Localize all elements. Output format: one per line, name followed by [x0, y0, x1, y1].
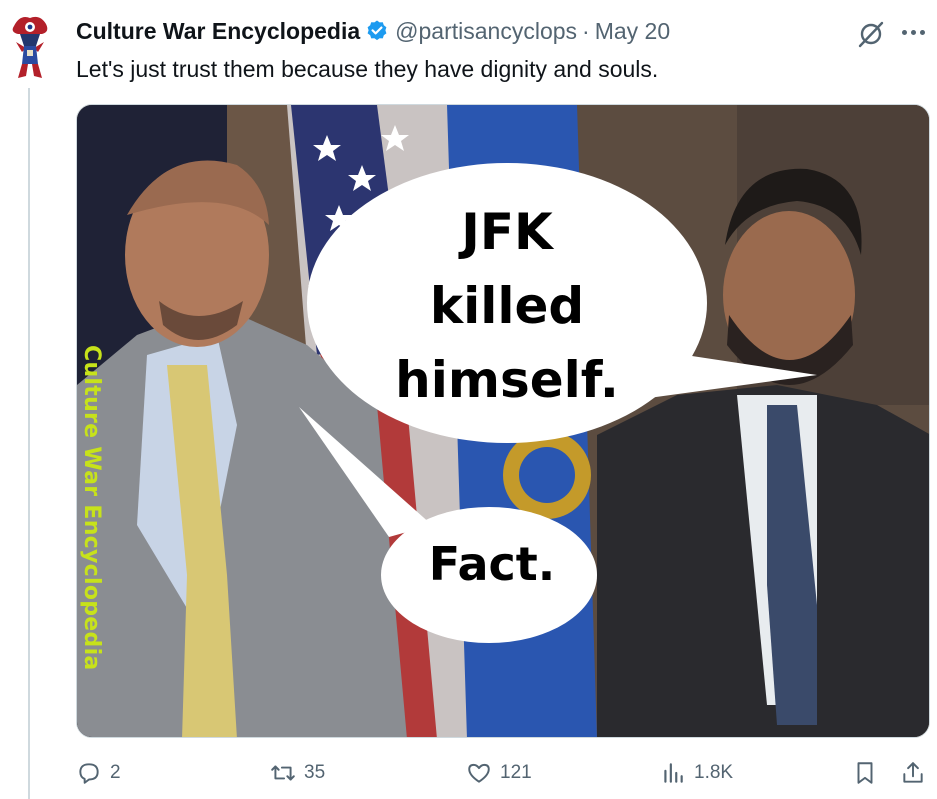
- speech-bubble-large-line: killed: [429, 277, 585, 335]
- speech-bubble-large-line: himself.: [395, 351, 619, 409]
- tweet-media-image[interactable]: Culture War Encyclopedia JFK killed hims…: [76, 104, 930, 738]
- reply-count: 2: [110, 762, 121, 783]
- like-icon: [468, 763, 490, 783]
- author-avatar[interactable]: [6, 12, 52, 82]
- retweet-button[interactable]: 35: [270, 760, 325, 786]
- more-dot: [911, 30, 916, 35]
- views-button[interactable]: 1.8K: [660, 760, 733, 786]
- more-icon[interactable]: [902, 30, 925, 35]
- grok-icon[interactable]: [856, 19, 886, 49]
- more-dot: [902, 30, 907, 35]
- tweet-actions: 2 35 121 1.8K: [76, 760, 930, 790]
- share-icon: [903, 762, 923, 783]
- views-count: 1.8K: [694, 762, 734, 783]
- author-handle[interactable]: @partisancyclops: [395, 18, 577, 45]
- watermark-text: Culture War Encyclopedia: [79, 345, 104, 671]
- bookmark-button[interactable]: [852, 760, 878, 786]
- retweet-count: 35: [304, 762, 326, 783]
- speech-bubble-large: JFK killed himself.: [307, 195, 707, 417]
- views-icon: [664, 763, 683, 783]
- more-dot: [920, 30, 925, 35]
- bookmark-icon: [857, 762, 873, 784]
- share-button[interactable]: [900, 760, 926, 786]
- speech-bubble-large-line: JFK: [461, 203, 553, 261]
- reply-button[interactable]: 2: [76, 760, 121, 786]
- like-button[interactable]: 121: [466, 760, 532, 786]
- watermark: Culture War Encyclopedia: [79, 345, 119, 727]
- tweet-date[interactable]: May 20: [595, 18, 670, 45]
- reply-icon: [79, 763, 99, 784]
- separator-dot: ·: [582, 17, 590, 44]
- speech-bubble-small: Fact.: [428, 537, 556, 591]
- tweet-header: Culture War Encyclopedia @partisancyclop…: [76, 16, 670, 46]
- verified-badge-icon[interactable]: [365, 19, 389, 43]
- like-count: 121: [500, 762, 532, 783]
- author-display-name[interactable]: Culture War Encyclopedia: [76, 18, 360, 45]
- cyclops-avatar-icon: [12, 16, 48, 78]
- thread-line: [28, 88, 30, 799]
- retweet-icon: [271, 765, 295, 781]
- tweet-text: Let's just trust them because they have …: [76, 56, 659, 82]
